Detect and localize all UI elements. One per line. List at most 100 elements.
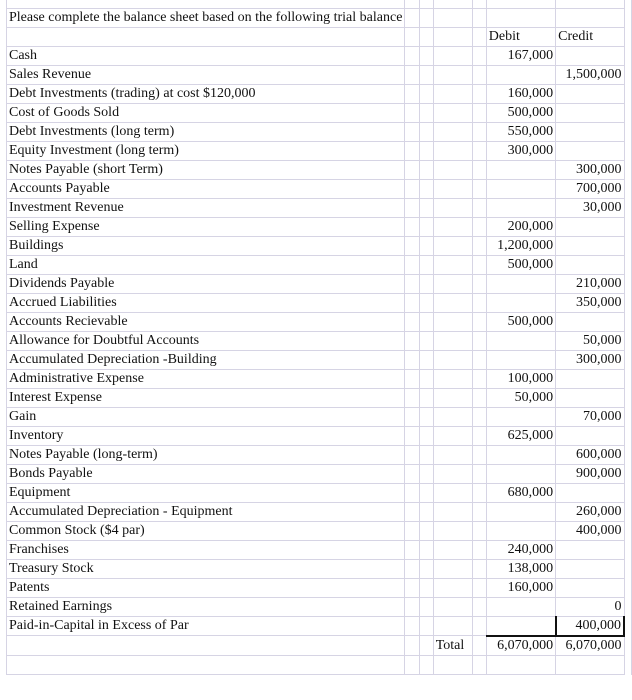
credit-cell[interactable]: 400,000 [555, 615, 626, 637]
cell[interactable] [404, 121, 420, 142]
debit-cell[interactable]: 680,000 [485, 482, 557, 503]
cell[interactable] [471, 577, 487, 598]
account-name-cell[interactable]: Common Stock ($4 par) [5, 520, 406, 541]
debit-cell[interactable] [485, 197, 557, 218]
cell[interactable] [432, 311, 473, 332]
cell[interactable] [404, 615, 420, 637]
cell[interactable] [418, 387, 434, 408]
debit-cell[interactable]: 500,000 [485, 254, 557, 275]
cell[interactable] [432, 425, 473, 446]
cell[interactable] [418, 654, 434, 675]
cell[interactable] [432, 178, 473, 199]
cell[interactable] [404, 368, 420, 389]
cell[interactable] [418, 102, 434, 123]
credit-cell[interactable]: 300,000 [555, 159, 625, 180]
cell[interactable] [5, 0, 406, 9]
cell[interactable] [404, 501, 420, 522]
debit-cell[interactable] [485, 330, 557, 351]
cell[interactable] [404, 26, 420, 47]
cell[interactable] [404, 482, 420, 503]
account-name-cell[interactable]: Bonds Payable [5, 463, 406, 484]
credit-header[interactable]: Credit [555, 26, 625, 47]
cell[interactable] [432, 615, 473, 637]
cell[interactable] [418, 197, 434, 218]
debit-cell[interactable]: 500,000 [485, 102, 557, 123]
cell[interactable] [418, 121, 434, 142]
cell[interactable] [432, 654, 473, 675]
debit-cell[interactable]: 160,000 [485, 83, 557, 104]
cell[interactable] [471, 330, 487, 351]
cell[interactable] [432, 368, 473, 389]
cell[interactable] [404, 159, 420, 180]
credit-cell[interactable] [555, 368, 625, 389]
account-name-cell[interactable]: Gain [5, 406, 406, 427]
account-name-cell[interactable]: Administrative Expense [5, 368, 406, 389]
credit-cell[interactable]: 400,000 [555, 520, 625, 541]
debit-cell[interactable]: 50,000 [485, 387, 557, 408]
cell[interactable] [432, 0, 473, 9]
cell[interactable] [418, 235, 434, 256]
cell[interactable] [404, 330, 420, 351]
credit-cell[interactable]: 210,000 [555, 273, 625, 294]
debit-cell[interactable] [485, 520, 557, 541]
cell[interactable] [432, 520, 473, 541]
cell[interactable] [404, 387, 420, 408]
cell[interactable] [432, 26, 473, 47]
debit-cell[interactable]: 300,000 [485, 140, 557, 161]
cell[interactable] [471, 159, 487, 180]
cell[interactable] [471, 292, 487, 313]
cell[interactable] [404, 654, 420, 675]
cell[interactable] [433, 7, 473, 28]
cell[interactable] [404, 235, 420, 256]
cell[interactable] [418, 26, 434, 47]
cell[interactable] [471, 425, 487, 446]
cell[interactable] [404, 7, 420, 28]
cell[interactable] [471, 178, 487, 199]
credit-cell[interactable] [555, 558, 625, 579]
cell[interactable] [418, 83, 434, 104]
cell[interactable] [404, 558, 420, 579]
cell[interactable] [418, 178, 434, 199]
account-name-cell[interactable]: Selling Expense [5, 216, 406, 237]
credit-cell[interactable] [555, 387, 625, 408]
cell[interactable] [418, 64, 434, 85]
cell[interactable] [432, 387, 473, 408]
account-name-cell[interactable]: Buildings [5, 235, 406, 256]
credit-cell[interactable] [555, 577, 625, 598]
cell[interactable] [418, 425, 434, 446]
cell[interactable] [485, 654, 557, 675]
credit-cell[interactable]: 900,000 [555, 463, 625, 484]
cell[interactable] [404, 577, 420, 598]
cell[interactable] [404, 444, 420, 465]
debit-cell[interactable] [485, 349, 557, 370]
credit-cell[interactable] [555, 121, 625, 142]
cell[interactable] [419, 7, 434, 28]
cell[interactable] [418, 615, 434, 637]
cell[interactable] [404, 216, 420, 237]
cell[interactable] [471, 520, 487, 541]
cell[interactable] [418, 482, 434, 503]
cell[interactable] [404, 83, 420, 104]
cell[interactable] [471, 349, 487, 370]
debit-cell[interactable] [485, 64, 557, 85]
account-name-cell[interactable]: Debt Investments (trading) at cost $120,… [5, 83, 406, 104]
cell[interactable] [471, 273, 487, 294]
cell[interactable] [472, 7, 487, 28]
cell[interactable] [471, 635, 487, 656]
credit-cell[interactable]: 70,000 [555, 406, 625, 427]
cell[interactable] [404, 349, 420, 370]
cell[interactable] [404, 520, 420, 541]
account-name-cell[interactable]: Interest Expense [5, 387, 406, 408]
cell[interactable] [404, 102, 420, 123]
cell[interactable] [432, 577, 473, 598]
cell[interactable] [418, 254, 434, 275]
cell[interactable] [432, 159, 473, 180]
cell[interactable] [432, 121, 473, 142]
account-name-cell[interactable]: Notes Payable (short Term) [5, 159, 406, 180]
cell[interactable] [432, 64, 473, 85]
debit-cell[interactable]: 625,000 [485, 425, 557, 446]
account-name-cell[interactable]: Accounts Recievable [5, 311, 406, 332]
title-cell[interactable]: Please complete the balance sheet based … [5, 7, 406, 28]
cell[interactable] [555, 654, 625, 675]
credit-cell[interactable]: 1,500,000 [555, 64, 625, 85]
